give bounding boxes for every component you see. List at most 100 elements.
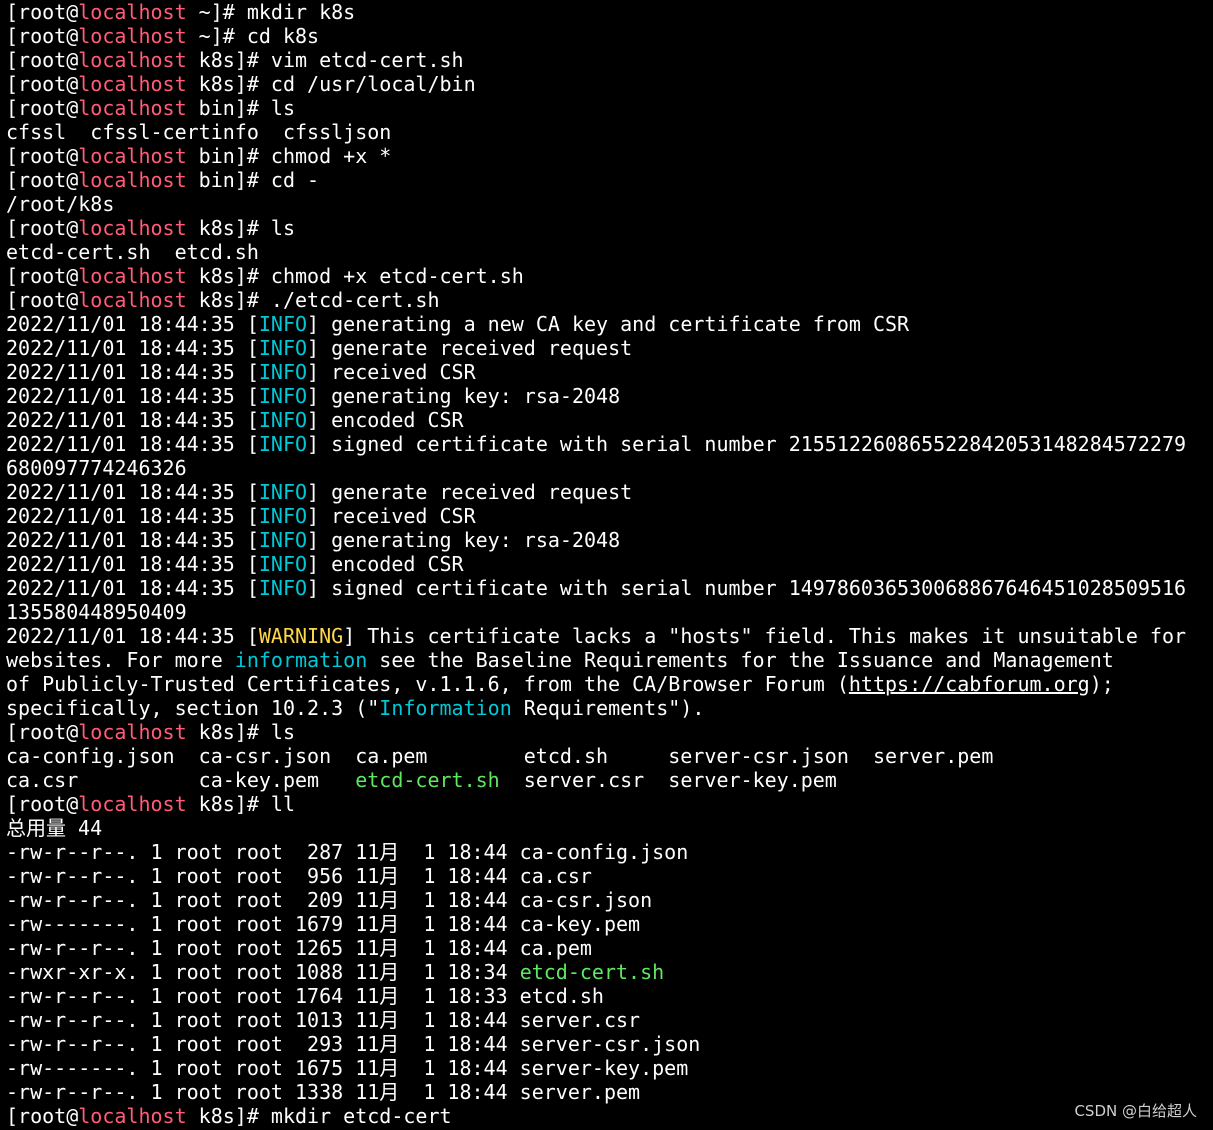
line-text: specifically, section 10.2.3 (" (6, 696, 380, 720)
terminal-line: -rw-r--r--. 1 root root 287 11月 1 18:44 … (6, 840, 1213, 864)
prompt-hostname: localhost (78, 792, 187, 816)
terminal-line: 2022/11/01 18:44:35 [INFO] generating ke… (6, 384, 1213, 408)
warning-tag: WARNING (258, 624, 344, 648)
terminal-line: 2022/11/01 18:44:35 [INFO] generating ke… (6, 528, 1213, 552)
info-tag: INFO (258, 312, 308, 336)
line-text: 总用量 44 (6, 816, 103, 840)
line-text: 2022/11/01 18:44:35 [ (6, 480, 259, 504)
line-text: 2022/11/01 18:44:35 [ (6, 528, 259, 552)
terminal-line: ca.csr ca-key.pem etcd-cert.sh server.cs… (6, 768, 1213, 792)
terminal-line: -rw-r--r--. 1 root root 956 11月 1 18:44 … (6, 864, 1213, 888)
terminal-line: 2022/11/01 18:44:35 [INFO] received CSR (6, 360, 1213, 384)
line-text: [root@ (6, 792, 79, 816)
terminal-line: -rwxr-xr-x. 1 root root 1088 11月 1 18:34… (6, 960, 1213, 984)
line-text: [root@ (6, 1104, 79, 1128)
line-text: etcd-cert.sh etcd.sh (6, 240, 259, 264)
line-text: -rw-------. 1 root root 1675 11月 1 18:44… (6, 1056, 689, 1080)
line-text: k8s]# mkdir etcd-cert (186, 1104, 452, 1128)
terminal-line: etcd-cert.sh etcd.sh (6, 240, 1213, 264)
line-text: k8s]# vim etcd-cert.sh (186, 48, 464, 72)
prompt-hostname: localhost (78, 72, 187, 96)
terminal-line: -rw-------. 1 root root 1675 11月 1 18:44… (6, 1056, 1213, 1080)
line-text: 2022/11/01 18:44:35 [ (6, 336, 259, 360)
info-tag: INFO (258, 504, 308, 528)
line-text: ca.csr ca-key.pem (6, 768, 356, 792)
line-text: ] encoded CSR (307, 408, 464, 432)
terminal-line: -rw-r--r--. 1 root root 1338 11月 1 18:44… (6, 1080, 1213, 1104)
info-tag: INFO (258, 408, 308, 432)
line-text: bin]# cd - (186, 168, 320, 192)
cabforum-link[interactable]: https://cabforum.org (849, 672, 1090, 696)
line-text: [root@ (6, 264, 79, 288)
prompt-hostname: localhost (78, 288, 187, 312)
line-text: [root@ (6, 0, 79, 24)
line-text: 2022/11/01 18:44:35 [ (6, 552, 259, 576)
info-tag: INFO (258, 480, 308, 504)
line-text: k8s]# ls (186, 216, 295, 240)
line-text: [root@ (6, 72, 79, 96)
terminal-line: 2022/11/01 18:44:35 [INFO] encoded CSR (6, 408, 1213, 432)
line-text: ] generating a new CA key and certificat… (307, 312, 910, 336)
terminal-line: 2022/11/01 18:44:35 [INFO] signed certif… (6, 576, 1213, 600)
prompt-hostname: localhost (78, 0, 187, 24)
line-text: k8s]# chmod +x etcd-cert.sh (186, 264, 524, 288)
line-text: ~]# mkdir k8s (186, 0, 356, 24)
terminal-line: [root@localhost k8s]# ll (6, 792, 1213, 816)
terminal-line: 2022/11/01 18:44:35 [INFO] generate rece… (6, 480, 1213, 504)
line-text: ] generate received request (307, 480, 633, 504)
line-text: [root@ (6, 48, 79, 72)
line-text: [root@ (6, 168, 79, 192)
terminal-line: [root@localhost k8s]# ls (6, 216, 1213, 240)
line-text: server.csr server-key.pem (499, 768, 837, 792)
info-tag: INFO (258, 384, 308, 408)
prompt-hostname: localhost (78, 264, 187, 288)
line-text: -rw-r--r--. 1 root root 209 11月 1 18:44 … (6, 888, 653, 912)
terminal-line: [root@localhost k8s]# ./etcd-cert.sh (6, 288, 1213, 312)
line-text: ] signed certificate with serial number … (307, 576, 1187, 600)
terminal-line: [root@localhost ~]# mkdir k8s (6, 0, 1213, 24)
terminal-line: -rw-r--r--. 1 root root 293 11月 1 18:44 … (6, 1032, 1213, 1056)
executable-file-name: etcd-cert.sh (355, 768, 500, 792)
line-text: -rw-------. 1 root root 1679 11月 1 18:44… (6, 912, 641, 936)
line-text: -rw-r--r--. 1 root root 1013 11月 1 18:44… (6, 1008, 641, 1032)
line-text: ~]# cd k8s (186, 24, 320, 48)
prompt-hostname: localhost (78, 144, 187, 168)
line-text: ); (1089, 672, 1114, 696)
line-text: ] received CSR (307, 504, 476, 528)
terminal-line: [root@localhost k8s]# ls (6, 720, 1213, 744)
line-text: [root@ (6, 96, 79, 120)
terminal-line: 2022/11/01 18:44:35 [INFO] generating a … (6, 312, 1213, 336)
line-text: 2022/11/01 18:44:35 [ (6, 312, 259, 336)
line-text: [root@ (6, 720, 79, 744)
line-text: Requirements"). (511, 696, 705, 720)
terminal-line: -rw-r--r--. 1 root root 1764 11月 1 18:33… (6, 984, 1213, 1008)
line-text: k8s]# ./etcd-cert.sh (186, 288, 440, 312)
terminal-line: /root/k8s (6, 192, 1213, 216)
line-text: k8s]# ls (186, 720, 295, 744)
prompt-hostname: localhost (78, 216, 187, 240)
terminal-line: specifically, section 10.2.3 ("Informati… (6, 696, 1213, 720)
line-text: 2022/11/01 18:44:35 [ (6, 504, 259, 528)
line-text: of Publicly-Trusted Certificates, v.1.1.… (6, 672, 849, 696)
executable-file-name: etcd-cert.sh (519, 960, 665, 984)
prompt-hostname: localhost (78, 96, 187, 120)
line-text: ca-config.json ca-csr.json ca.pem etcd.s… (6, 744, 994, 768)
csdn-watermark: CSDN @白给超人 (1074, 1102, 1197, 1120)
terminal-line: 135580448950409 (6, 600, 1213, 624)
info-tag: information (234, 648, 368, 672)
line-text: [root@ (6, 288, 79, 312)
terminal-line: [root@localhost k8s]# mkdir etcd-cert (6, 1104, 1213, 1128)
line-text: bin]# chmod +x * (186, 144, 392, 168)
info-tag: INFO (258, 552, 308, 576)
terminal-line: [root@localhost bin]# cd - (6, 168, 1213, 192)
terminal-line: 总用量 44 (6, 816, 1213, 840)
info-tag: INFO (258, 528, 308, 552)
terminal-output[interactable]: [root@localhost ~]# mkdir k8s [root@local… (6, 0, 1213, 1130)
terminal-line: -rw-r--r--. 1 root root 1265 11月 1 18:44… (6, 936, 1213, 960)
terminal-line: [root@localhost bin]# chmod +x * (6, 144, 1213, 168)
line-text: -rw-r--r--. 1 root root 956 11月 1 18:44 … (6, 864, 592, 888)
line-text: 135580448950409 (6, 600, 187, 624)
line-text: ] generating key: rsa-2048 (307, 384, 621, 408)
line-text: 2022/11/01 18:44:35 [ (6, 408, 259, 432)
terminal-line: websites. For more information see the B… (6, 648, 1213, 672)
